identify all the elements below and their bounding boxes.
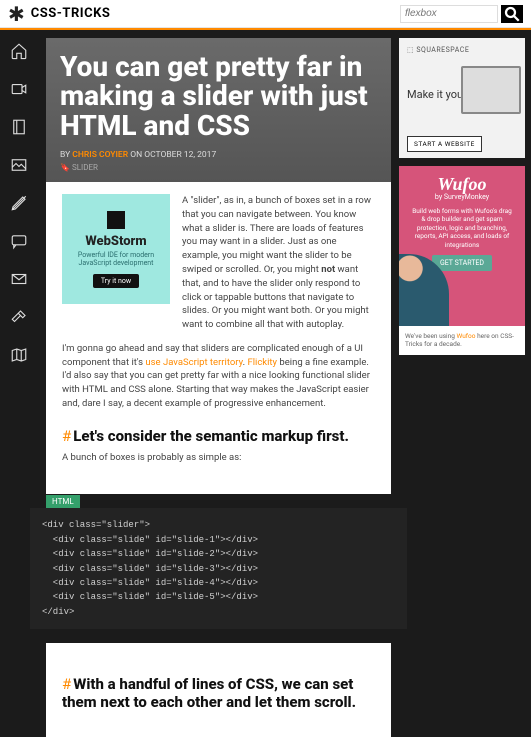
mail-icon [10,270,28,288]
nav-snippets[interactable] [8,192,30,214]
nav-forums[interactable] [8,230,30,252]
intro-paragraph: A "slider", as in, a bunch of boxes set … [182,194,375,332]
code-label: HTML [46,495,80,508]
side-nav [0,30,38,737]
wufoo-note: We've been using Wufoo here on CSS-Trick… [399,326,525,355]
nav-home[interactable] [8,40,30,62]
wufoo-subtitle: by SurveyMonkey [407,193,517,201]
search-icon [503,5,521,23]
logo-text: CSS-TRICKS [31,6,111,21]
paragraph-3: A bunch of boxes is probably as simple a… [62,451,375,465]
wufoo-title: Wufoo [407,174,517,195]
heading-semantic-markup: #Let's consider the semantic markup firs… [62,427,375,445]
wufoo-note-link[interactable]: Wufoo [457,332,476,340]
nav-guides[interactable] [8,344,30,366]
image-icon [10,156,28,174]
link-flickity[interactable]: Flickity [247,357,277,368]
link-js-territory[interactable]: use JavaScript territory [145,357,242,368]
code-block: <div class="slider"> <div class="slide" … [30,508,407,629]
ad-webstorm[interactable]: WebStorm Powerful IDE for modern JavaScr… [62,194,170,304]
logo[interactable]: ✱ CSS-TRICKS [8,2,110,26]
nav-almanac[interactable] [8,116,30,138]
search-input[interactable] [400,5,498,23]
article-hero: You can get pretty far in making a slide… [46,38,391,182]
webstorm-logo-icon [107,211,125,229]
article-tags: 🔖 SLIDER [60,163,377,172]
home-icon [10,42,28,60]
webstorm-title: WebStorm [85,234,146,249]
article-title: You can get pretty far in making a slide… [60,52,377,140]
search-button[interactable] [501,5,523,23]
squarespace-button[interactable]: START A WEBSITE [407,136,482,152]
ad-wufoo-wrap: Wufoo by SurveyMonkey Build web forms wi… [399,166,525,355]
squarespace-brand: ⬚ SQUARESPACE [407,46,517,54]
hash-icon[interactable]: # [62,427,71,445]
paragraph-2: I'm gonna go ahead and say that sliders … [62,342,375,411]
code-line: <div class="slide" id="slide-1"></div> [42,533,395,547]
code-line: <div class="slide" id="slide-5"></div> [42,590,395,604]
hash-icon[interactable]: # [62,675,71,693]
ad-wufoo[interactable]: Wufoo by SurveyMonkey Build web forms wi… [399,166,525,326]
ruler-icon [10,194,28,212]
nav-jobs[interactable] [8,306,30,328]
code-line: <div class="slider"> [42,518,395,532]
wufoo-body: Build web forms with Wufoo's drag & drop… [407,207,517,249]
article-body: WebStorm Powerful IDE for modern JavaScr… [46,182,391,494]
search [400,5,523,23]
nav-gallery[interactable] [8,154,30,176]
sidebar-ads: ⬚ SQUARESPACE Make it your own. START A … [399,30,531,737]
top-bar: ✱ CSS-TRICKS [0,0,531,28]
webstorm-subtitle: Powerful IDE for modern JavaScript devel… [68,251,164,268]
ad-squarespace[interactable]: ⬚ SQUARESPACE Make it your own. START A … [399,38,525,158]
video-icon [10,80,28,98]
code-line: </div> [42,605,395,619]
webstorm-button[interactable]: Try it now [93,274,139,288]
code-line: <div class="slide" id="slide-4"></div> [42,576,395,590]
heading-css-lines: #With a handful of lines of CSS, we can … [62,675,375,711]
book-icon [10,118,28,136]
byline: BY CHRIS COYIER ON OCTOBER 12, 2017 [60,150,377,160]
chat-icon [10,232,28,250]
nav-newsletter[interactable] [8,268,30,290]
nav-videos[interactable] [8,78,30,100]
tag-slider[interactable]: SLIDER [72,163,98,172]
logo-icon: ✱ [8,2,25,26]
monitor-graphic [461,66,521,114]
map-icon [10,346,28,364]
code-line: <div class="slide" id="slide-3"></div> [42,562,395,576]
code-line: <div class="slide" id="slide-2"></div> [42,547,395,561]
author-link[interactable]: CHRIS COYIER [72,150,128,160]
wufoo-button[interactable]: GET STARTED [432,255,492,271]
hammer-icon [10,308,28,326]
